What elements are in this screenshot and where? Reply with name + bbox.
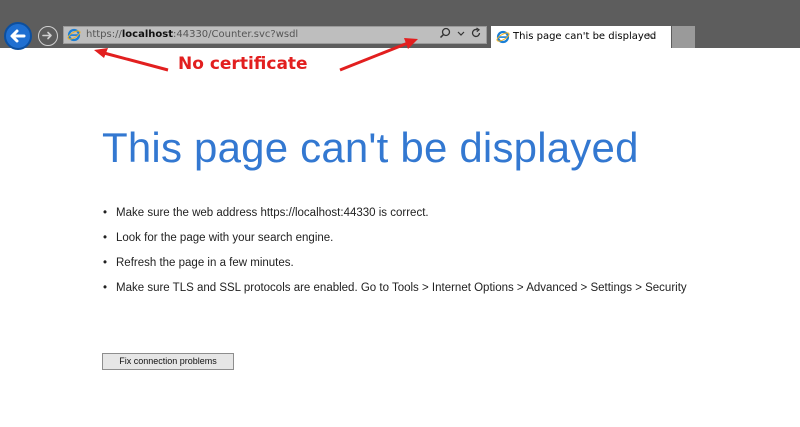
address-bar[interactable]: https://localhost:44330/Counter.svc?wsdl — [63, 26, 487, 44]
ie-icon — [67, 28, 81, 42]
url-host: localhost — [121, 29, 173, 40]
magnifier-icon[interactable] — [439, 27, 451, 44]
url-text[interactable]: https://localhost:44330/Counter.svc?wsdl — [86, 28, 298, 42]
annotation-label: No certificate — [178, 54, 308, 74]
fix-connection-problems-button[interactable]: Fix connection problems — [102, 353, 234, 370]
ie-icon — [496, 30, 510, 44]
arrow-to-address-bar — [94, 48, 169, 72]
list-item: Make sure TLS and SSL protocols are enab… — [103, 280, 713, 297]
list-item: Refresh the page in a few minutes. — [103, 255, 713, 272]
url-path: :44330/Counter.svc?wsdl — [172, 29, 299, 40]
page-title: This page can't be displayed — [102, 124, 639, 171]
back-button[interactable] — [4, 22, 32, 50]
forward-arrow-icon — [42, 31, 52, 40]
chevron-down-icon[interactable] — [457, 27, 465, 44]
address-bar-controls — [437, 27, 482, 43]
tab-title: This page can't be displayed — [513, 31, 657, 42]
forward-button[interactable] — [38, 26, 58, 46]
refresh-icon[interactable] — [470, 27, 482, 44]
url-scheme: https:// — [86, 29, 122, 40]
troubleshooting-list: Make sure the web address https://localh… — [103, 205, 713, 305]
new-tab-button[interactable] — [672, 26, 695, 48]
browser-toolbar: https://localhost:44330/Counter.svc?wsdl… — [0, 0, 800, 50]
tab-active[interactable]: This page can't be displayed × — [491, 26, 671, 48]
close-icon[interactable]: × — [646, 29, 655, 43]
back-arrow-icon — [10, 29, 26, 43]
list-item: Make sure the web address https://localh… — [103, 205, 713, 222]
list-item: Look for the page with your search engin… — [103, 230, 713, 247]
